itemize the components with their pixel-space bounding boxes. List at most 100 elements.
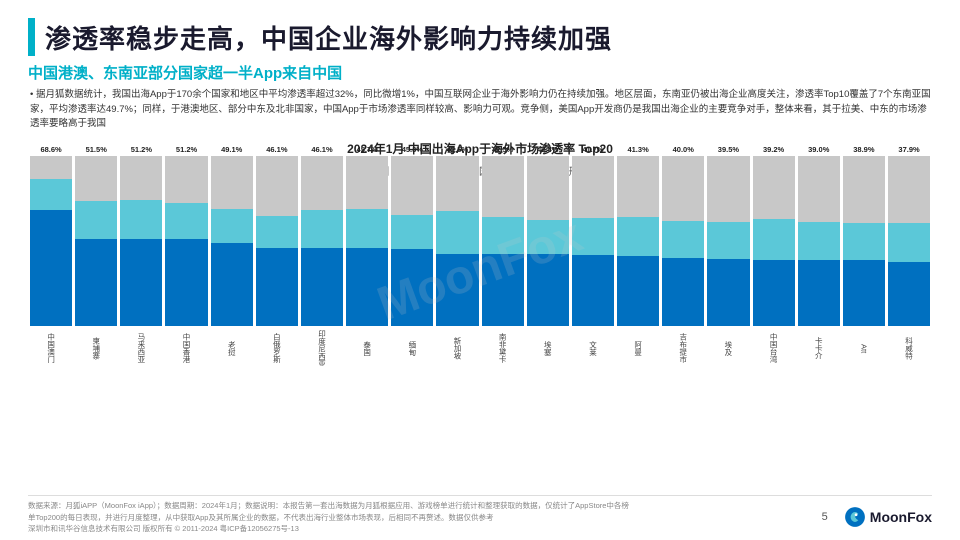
bar-china (843, 260, 885, 326)
bar-stack (843, 156, 885, 326)
bar-x-label: 卡卡介 (813, 330, 824, 366)
bar-value-label: 46.1% (266, 145, 287, 154)
bar-local (301, 156, 343, 210)
bar-china (391, 249, 433, 326)
bar-value-label: 68.6% (40, 145, 61, 154)
bar-group: 39.2%中国台湾 (753, 145, 795, 366)
bar-stack (301, 156, 343, 326)
bar-local (482, 156, 524, 216)
bar-group: 38.9%Att (843, 145, 885, 366)
bar-china (527, 254, 569, 326)
bar-group: 37.9% 科威特 (888, 145, 930, 366)
bar-local (662, 156, 704, 221)
footer-copyright: 深圳市和讯华谷信息技术有限公司 版权所有 © 2011-2024 粤ICP备12… (28, 523, 629, 534)
bar-group: 45.7%泰国 (346, 145, 388, 366)
bar-stack (256, 156, 298, 326)
bar-us (165, 203, 207, 239)
bar-local (391, 156, 433, 215)
moonfox-logo: MoonFox (844, 506, 932, 528)
bar-group: 39.0%卡卡介 (798, 145, 840, 366)
bar-stack (617, 156, 659, 326)
bar-value-label: 42.5% (492, 145, 513, 154)
chart-title: 2024年1月 中国出海App于海外市场渗透率 Top20 (28, 140, 932, 157)
bar-local (753, 156, 795, 219)
bar-china (120, 239, 162, 326)
bar-us (482, 217, 524, 254)
chart-bars: 68.6%中国澳门51.5%柬埔寨51.2%马来西亚51.2%中国香港49.1%… (28, 186, 932, 366)
bar-x-label: 中国香港 (181, 330, 192, 366)
bar-group: 40.0% 吉布提市 (662, 145, 704, 366)
bar-us (753, 219, 795, 260)
bar-local (30, 156, 72, 179)
bar-group: 42.5%新加坡 (436, 145, 478, 366)
bar-value-label: 45.7% (357, 145, 378, 154)
bar-local (843, 156, 885, 222)
bar-group: 68.6% 中国澳门 (30, 145, 72, 366)
bar-local (165, 156, 207, 203)
bar-china (798, 260, 840, 326)
bar-value-label: 40.0% (673, 145, 694, 154)
title-accent (28, 18, 35, 56)
bar-group: 51.2% 马来西亚 (120, 145, 162, 366)
bar-value-label: 45.3% (402, 145, 423, 154)
bar-x-label: 马来西亚 (136, 330, 147, 366)
moonfox-icon (844, 506, 866, 528)
sub-title: 中国港澳、东南亚部分国家超一半App来自中国 (28, 62, 932, 83)
bar-value-label: 39.2% (763, 145, 784, 154)
bar-value-label: 41.7% (582, 145, 603, 154)
bar-china (753, 260, 795, 327)
moonfox-text: MoonFox (870, 509, 932, 525)
bar-local (888, 156, 930, 222)
bar-x-label: Att (859, 330, 868, 366)
bar-x-label: 中国澳门 (46, 330, 57, 366)
bar-value-label: 49.1% (221, 145, 242, 154)
chart-section: 2024年1月 中国出海App于海外市场渗透率 Top20 本国研发 美国研发 … (28, 140, 932, 366)
bar-x-label: 老挝 (226, 330, 237, 366)
bar-group: 42.4%埃塞 (527, 145, 569, 366)
bar-value-label: 37.9% (898, 145, 919, 154)
bar-stack (707, 156, 749, 326)
bar-us (436, 211, 478, 254)
bar-local (75, 156, 117, 201)
bar-x-label: 埃及 (723, 330, 734, 366)
footer-source: 数据来源：月狐iAPP（MoonFox iApp）；数据周期：2024年1月；数… (28, 500, 629, 534)
page: MoonFox 渗透率稳步走高，中国企业海外影响力持续加强 中国港澳、东南亚部分… (0, 0, 960, 540)
bar-us (301, 210, 343, 247)
footer: 数据来源：月狐iAPP（MoonFox iApp）；数据周期：2024年1月；数… (28, 495, 932, 534)
bar-stack (211, 156, 253, 326)
main-title: 渗透率稳步走高，中国企业海外影响力持续加强 (45, 19, 612, 56)
bar-x-label: 柬埔寨 (91, 330, 102, 366)
bar-stack (391, 156, 433, 326)
bar-group: 39.5%埃及 (707, 145, 749, 366)
bar-x-label: 白俄罗斯 (271, 330, 282, 366)
bar-us (798, 222, 840, 259)
bar-china (662, 258, 704, 326)
bar-group: 41.7% 文莱 (572, 145, 614, 366)
bar-group: 45.3%缅甸 (391, 145, 433, 366)
bar-china (301, 248, 343, 326)
bar-x-label: 吉布提市 (678, 330, 689, 366)
bar-local (572, 156, 614, 218)
bar-us (527, 220, 569, 254)
bar-stack (482, 156, 524, 326)
title-block: 渗透率稳步走高，中国企业海外影响力持续加强 (28, 18, 932, 56)
bar-value-label: 51.2% (176, 145, 197, 154)
page-number: 5 (822, 511, 828, 523)
bar-china (211, 243, 253, 326)
bar-stack (572, 156, 614, 326)
bar-china (707, 259, 749, 326)
bar-x-label: 文莱 (587, 330, 598, 366)
bar-x-label: 阿曼 (633, 330, 644, 366)
bar-us (662, 221, 704, 258)
bar-china (346, 248, 388, 326)
bullet-text: • 据月狐数据统计，我国出海App于170余个国家和地区中平均渗透率超过32%，… (28, 88, 932, 132)
bar-stack (527, 156, 569, 326)
bar-group: 46.1% 白俄罗斯 (256, 145, 298, 366)
bar-x-label: 科威特 (904, 330, 915, 366)
bar-stack (120, 156, 162, 326)
bar-stack (436, 156, 478, 326)
bar-us (346, 209, 388, 248)
bar-x-label: 南非黛卡 (497, 330, 508, 366)
bar-value-label: 51.2% (131, 145, 152, 154)
bar-china (256, 248, 298, 326)
